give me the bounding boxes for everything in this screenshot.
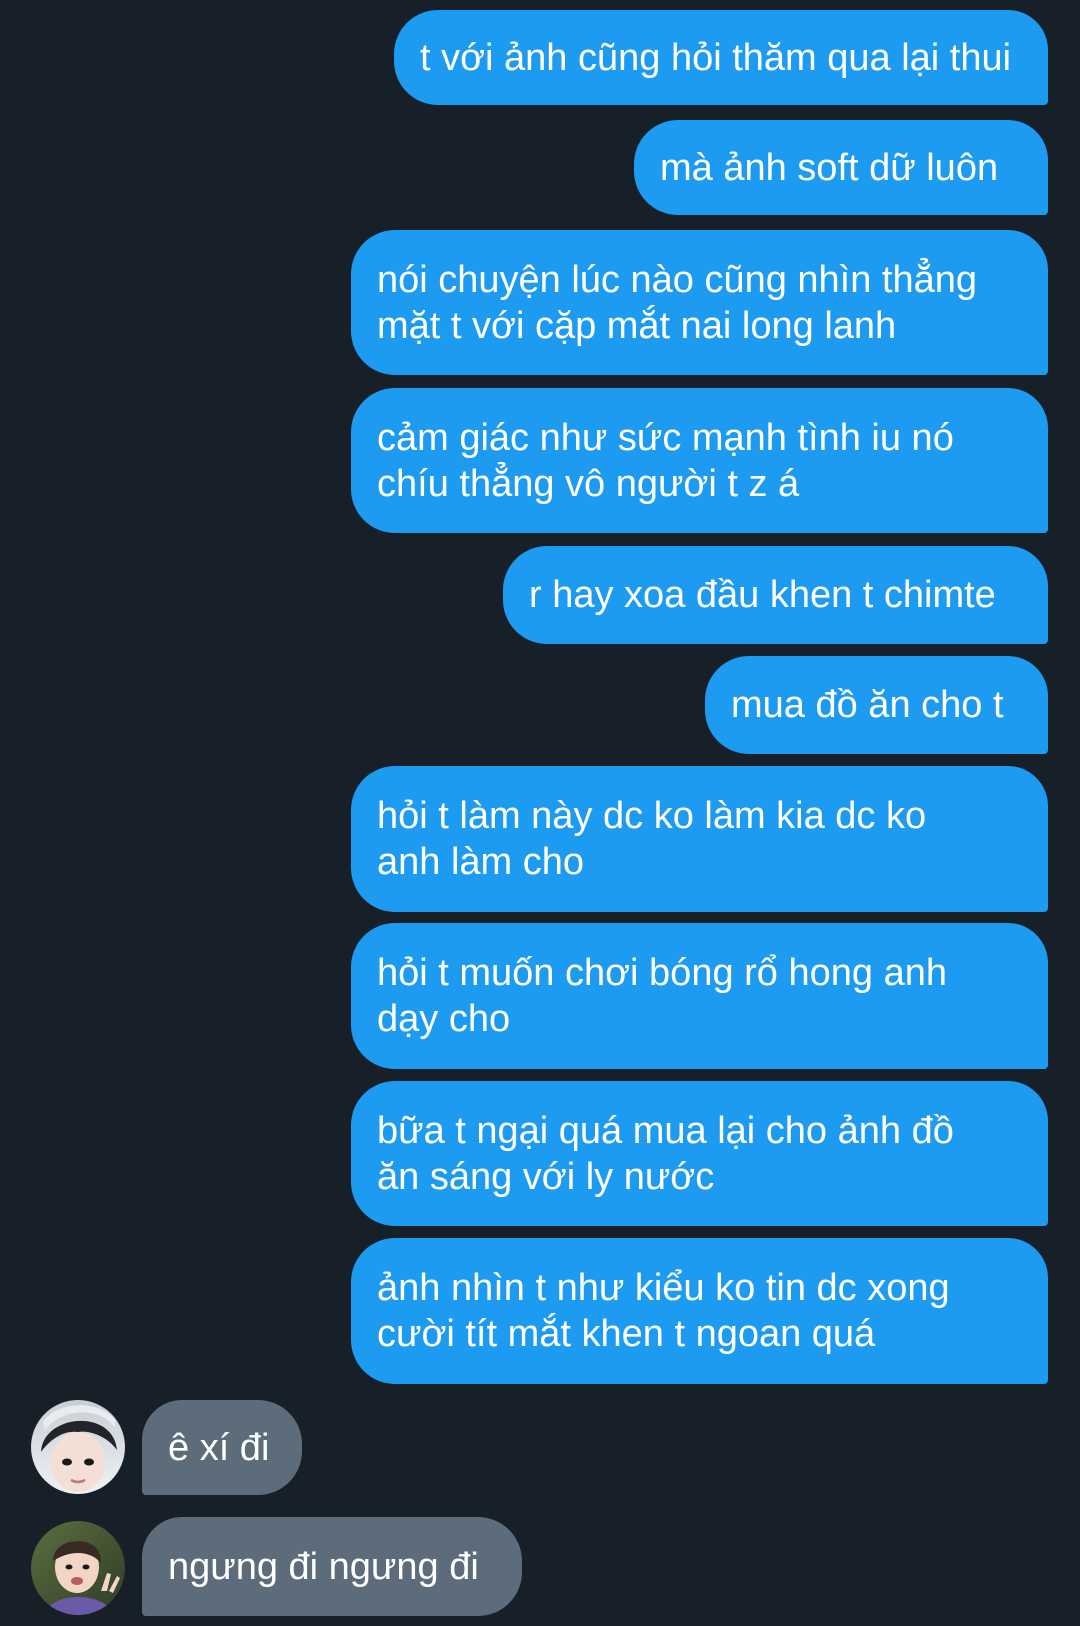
message-bubble-outgoing[interactable]: bữa t ngại quá mua lại cho ảnh đồ ăn sán… [351,1081,1048,1226]
message-text-line: hỏi t làm này dc ko làm kia dc ko [377,795,927,837]
message-text-line: hỏi t muốn chơi bóng rổ hong anh [377,952,947,994]
message-text-line: anh làm cho [377,841,585,883]
message-text: t với ảnh cũng hỏi thăm qua lại thui [420,36,1012,79]
message-text-line: ăn sáng với ly nước [377,1155,715,1198]
message-text-line: mặt t với cặp mắt nai long lanh [377,304,897,347]
message-bubble-outgoing[interactable]: cảm giác như sức mạnh tình iu nó chíu th… [351,388,1048,533]
message-text-line: ảnh nhìn t như kiểu ko tin dc xong [377,1267,950,1309]
message-text-line: bữa t ngại quá mua lại cho ảnh đồ [377,1109,954,1152]
avatar-photo-icon [31,1521,125,1615]
message-text: mà ảnh soft dữ luôn [660,146,999,189]
message-bubble-outgoing[interactable]: nói chuyện lúc nào cũng nhìn thẳng mặt t… [351,230,1048,375]
message-text: mua đồ ăn cho t [731,684,1004,726]
message-bubble-outgoing[interactable]: t với ảnh cũng hỏi thăm qua lại thui [394,10,1048,105]
message-bubble-outgoing[interactable]: ảnh nhìn t như kiểu ko tin dc xong cười … [351,1238,1048,1384]
avatar-photo-icon [31,1400,125,1494]
message-text-line: dạy cho [377,998,511,1040]
message-bubble-incoming[interactable]: ê xí đi [142,1400,302,1495]
message-text-line: cười tít mắt khen t ngoan quá [377,1313,876,1355]
message-text-line: nói chuyện lúc nào cũng nhìn thẳng [377,258,978,301]
avatar[interactable] [31,1400,125,1494]
message-text: ngưng đi ngưng đi [168,1545,479,1588]
message-bubble-incoming[interactable]: ngưng đi ngưng đi [142,1517,522,1616]
message-text: r hay xoa đầu khen t chimte [529,574,996,616]
message-bubble-outgoing[interactable]: r hay xoa đầu khen t chimte [503,546,1048,644]
message-bubble-outgoing[interactable]: mua đồ ăn cho t [705,656,1048,754]
message-bubble-outgoing[interactable]: hỏi t muốn chơi bóng rổ hong anh dạy cho [351,923,1048,1069]
chat-thread[interactable]: t với ảnh cũng hỏi thăm qua lại thui mà … [0,0,1080,1626]
message-text-line: chíu thẳng vô người t z á [377,462,800,505]
message-text: ê xí đi [168,1426,270,1469]
message-bubble-outgoing[interactable]: hỏi t làm này dc ko làm kia dc ko anh là… [351,766,1048,912]
message-bubble-outgoing[interactable]: mà ảnh soft dữ luôn [634,120,1048,215]
avatar[interactable] [31,1521,125,1615]
message-text-line: cảm giác như sức mạnh tình iu nó [377,416,954,459]
